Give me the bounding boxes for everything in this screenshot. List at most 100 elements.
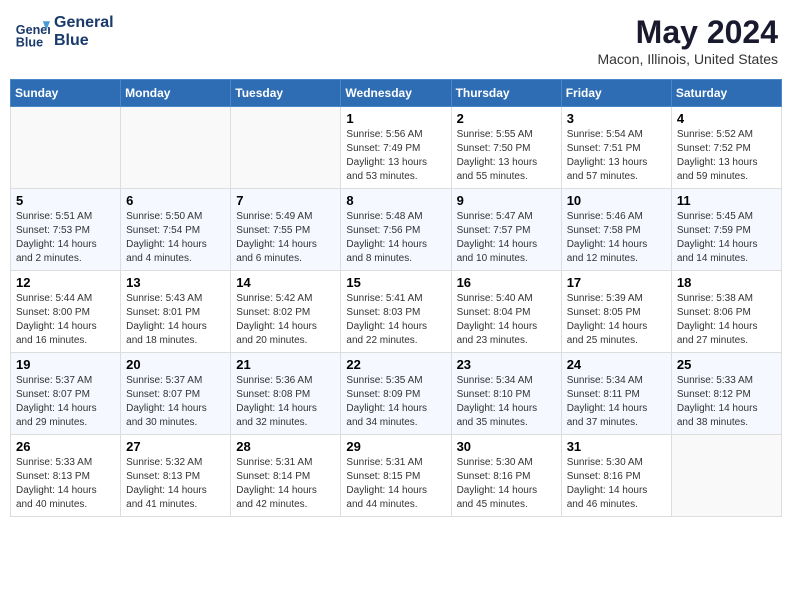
- day-info: Sunrise: 5:50 AM Sunset: 7:54 PM Dayligh…: [126, 210, 225, 266]
- day-number: 4: [677, 111, 776, 126]
- day-info: Sunrise: 5:56 AM Sunset: 7:49 PM Dayligh…: [346, 128, 445, 184]
- day-number: 21: [236, 357, 335, 372]
- calendar-cell: 1 Sunrise: 5:56 AM Sunset: 7:49 PM Daylig…: [341, 107, 451, 189]
- day-info: Sunrise: 5:44 AM Sunset: 8:00 PM Dayligh…: [16, 292, 115, 348]
- day-info: Sunrise: 5:52 AM Sunset: 7:52 PM Dayligh…: [677, 128, 776, 184]
- day-number: 29: [346, 439, 445, 454]
- day-number: 27: [126, 439, 225, 454]
- day-number: 7: [236, 193, 335, 208]
- day-info: Sunrise: 5:41 AM Sunset: 8:03 PM Dayligh…: [346, 292, 445, 348]
- calendar-cell: 7 Sunrise: 5:49 AM Sunset: 7:55 PM Daylig…: [231, 189, 341, 271]
- logo-blue: Blue: [54, 32, 114, 50]
- calendar-cell: 24Sunrise: 5:34 AM Sunset: 8:11 PM Dayli…: [561, 353, 671, 435]
- calendar-cell: [671, 435, 781, 517]
- calendar-cell: 9Sunrise: 5:47 AM Sunset: 7:57 PM Daylig…: [451, 189, 561, 271]
- week-row-4: 19Sunrise: 5:37 AM Sunset: 8:07 PM Dayli…: [11, 353, 782, 435]
- day-header-sunday: Sunday: [11, 80, 121, 107]
- day-info: Sunrise: 5:51 AM Sunset: 7:53 PM Dayligh…: [16, 210, 115, 266]
- calendar-cell: 29 Sunrise: 5:31 AM Sunset: 8:15 PM Dayli…: [341, 435, 451, 517]
- logo: General Blue General Blue: [14, 14, 114, 50]
- day-number: 22: [346, 357, 445, 372]
- day-number: 10: [567, 193, 666, 208]
- day-info: Sunrise: 5:34 AM Sunset: 8:10 PM Dayligh…: [457, 374, 556, 430]
- day-info: Sunrise: 5:31 AM Sunset: 8:15 PM Dayligh…: [346, 456, 445, 512]
- calendar-cell: 27 Sunrise: 5:32 AM Sunset: 8:13 PM Dayli…: [121, 435, 231, 517]
- calendar-cell: 2 Sunrise: 5:55 AM Sunset: 7:50 PM Daylig…: [451, 107, 561, 189]
- day-number: 31: [567, 439, 666, 454]
- calendar-cell: 22 Sunrise: 5:35 AM Sunset: 8:09 PM Dayli…: [341, 353, 451, 435]
- calendar-cell: 14Sunrise: 5:42 AM Sunset: 8:02 PM Dayli…: [231, 271, 341, 353]
- calendar-cell: 17Sunrise: 5:39 AM Sunset: 8:05 PM Dayli…: [561, 271, 671, 353]
- day-number: 16: [457, 275, 556, 290]
- day-info: Sunrise: 5:38 AM Sunset: 8:06 PM Dayligh…: [677, 292, 776, 348]
- day-number: 24: [567, 357, 666, 372]
- day-info: Sunrise: 5:35 AM Sunset: 8:09 PM Dayligh…: [346, 374, 445, 430]
- day-number: 5: [16, 193, 115, 208]
- day-info: Sunrise: 5:43 AM Sunset: 8:01 PM Dayligh…: [126, 292, 225, 348]
- calendar-header-row: SundayMondayTuesdayWednesdayThursdayFrid…: [11, 80, 782, 107]
- day-header-tuesday: Tuesday: [231, 80, 341, 107]
- calendar-cell: 8 Sunrise: 5:48 AM Sunset: 7:56 PM Daylig…: [341, 189, 451, 271]
- calendar-cell: 18Sunrise: 5:38 AM Sunset: 8:06 PM Dayli…: [671, 271, 781, 353]
- week-row-1: 1 Sunrise: 5:56 AM Sunset: 7:49 PM Daylig…: [11, 107, 782, 189]
- day-number: 23: [457, 357, 556, 372]
- day-header-thursday: Thursday: [451, 80, 561, 107]
- day-info: Sunrise: 5:30 AM Sunset: 8:16 PM Dayligh…: [567, 456, 666, 512]
- day-number: 11: [677, 193, 776, 208]
- day-number: 26: [16, 439, 115, 454]
- week-row-2: 5 Sunrise: 5:51 AM Sunset: 7:53 PM Daylig…: [11, 189, 782, 271]
- calendar-cell: 3 Sunrise: 5:54 AM Sunset: 7:51 PM Daylig…: [561, 107, 671, 189]
- day-info: Sunrise: 5:32 AM Sunset: 8:13 PM Dayligh…: [126, 456, 225, 512]
- day-info: Sunrise: 5:45 AM Sunset: 7:59 PM Dayligh…: [677, 210, 776, 266]
- calendar-cell: 28Sunrise: 5:31 AM Sunset: 8:14 PM Dayli…: [231, 435, 341, 517]
- logo-general: General: [54, 14, 114, 32]
- calendar-cell: 25Sunrise: 5:33 AM Sunset: 8:12 PM Dayli…: [671, 353, 781, 435]
- calendar-cell: 26 Sunrise: 5:33 AM Sunset: 8:13 PM Dayli…: [11, 435, 121, 517]
- calendar-cell: [121, 107, 231, 189]
- day-info: Sunrise: 5:54 AM Sunset: 7:51 PM Dayligh…: [567, 128, 666, 184]
- calendar-table: SundayMondayTuesdayWednesdayThursdayFrid…: [10, 79, 782, 517]
- logo-icon: General Blue: [14, 14, 50, 50]
- day-number: 28: [236, 439, 335, 454]
- day-info: Sunrise: 5:49 AM Sunset: 7:55 PM Dayligh…: [236, 210, 335, 266]
- calendar-cell: 10 Sunrise: 5:46 AM Sunset: 7:58 PM Dayli…: [561, 189, 671, 271]
- calendar-cell: 13Sunrise: 5:43 AM Sunset: 8:01 PM Dayli…: [121, 271, 231, 353]
- day-number: 25: [677, 357, 776, 372]
- calendar-cell: 16Sunrise: 5:40 AM Sunset: 8:04 PM Dayli…: [451, 271, 561, 353]
- day-number: 8: [346, 193, 445, 208]
- calendar-title: May 2024: [597, 14, 778, 51]
- calendar-cell: 21Sunrise: 5:36 AM Sunset: 8:08 PM Dayli…: [231, 353, 341, 435]
- day-number: 6: [126, 193, 225, 208]
- page-header: General Blue General Blue May 2024 Macon…: [10, 10, 782, 71]
- calendar-cell: 5 Sunrise: 5:51 AM Sunset: 7:53 PM Daylig…: [11, 189, 121, 271]
- day-info: Sunrise: 5:37 AM Sunset: 8:07 PM Dayligh…: [126, 374, 225, 430]
- title-block: May 2024 Macon, Illinois, United States: [597, 14, 778, 67]
- day-info: Sunrise: 5:39 AM Sunset: 8:05 PM Dayligh…: [567, 292, 666, 348]
- day-info: Sunrise: 5:30 AM Sunset: 8:16 PM Dayligh…: [457, 456, 556, 512]
- day-info: Sunrise: 5:46 AM Sunset: 7:58 PM Dayligh…: [567, 210, 666, 266]
- day-number: 12: [16, 275, 115, 290]
- day-header-friday: Friday: [561, 80, 671, 107]
- calendar-cell: 6 Sunrise: 5:50 AM Sunset: 7:54 PM Daylig…: [121, 189, 231, 271]
- day-number: 14: [236, 275, 335, 290]
- day-info: Sunrise: 5:55 AM Sunset: 7:50 PM Dayligh…: [457, 128, 556, 184]
- day-info: Sunrise: 5:37 AM Sunset: 8:07 PM Dayligh…: [16, 374, 115, 430]
- day-info: Sunrise: 5:48 AM Sunset: 7:56 PM Dayligh…: [346, 210, 445, 266]
- day-number: 2: [457, 111, 556, 126]
- day-header-saturday: Saturday: [671, 80, 781, 107]
- calendar-cell: 30 Sunrise: 5:30 AM Sunset: 8:16 PM Dayli…: [451, 435, 561, 517]
- day-number: 3: [567, 111, 666, 126]
- day-info: Sunrise: 5:33 AM Sunset: 8:13 PM Dayligh…: [16, 456, 115, 512]
- calendar-cell: [231, 107, 341, 189]
- calendar-cell: [11, 107, 121, 189]
- calendar-cell: 20Sunrise: 5:37 AM Sunset: 8:07 PM Dayli…: [121, 353, 231, 435]
- day-number: 1: [346, 111, 445, 126]
- calendar-cell: 12 Sunrise: 5:44 AM Sunset: 8:00 PM Dayli…: [11, 271, 121, 353]
- day-header-wednesday: Wednesday: [341, 80, 451, 107]
- day-header-monday: Monday: [121, 80, 231, 107]
- day-number: 30: [457, 439, 556, 454]
- week-row-5: 26 Sunrise: 5:33 AM Sunset: 8:13 PM Dayli…: [11, 435, 782, 517]
- calendar-cell: 23 Sunrise: 5:34 AM Sunset: 8:10 PM Dayli…: [451, 353, 561, 435]
- day-number: 9: [457, 193, 556, 208]
- calendar-cell: 15Sunrise: 5:41 AM Sunset: 8:03 PM Dayli…: [341, 271, 451, 353]
